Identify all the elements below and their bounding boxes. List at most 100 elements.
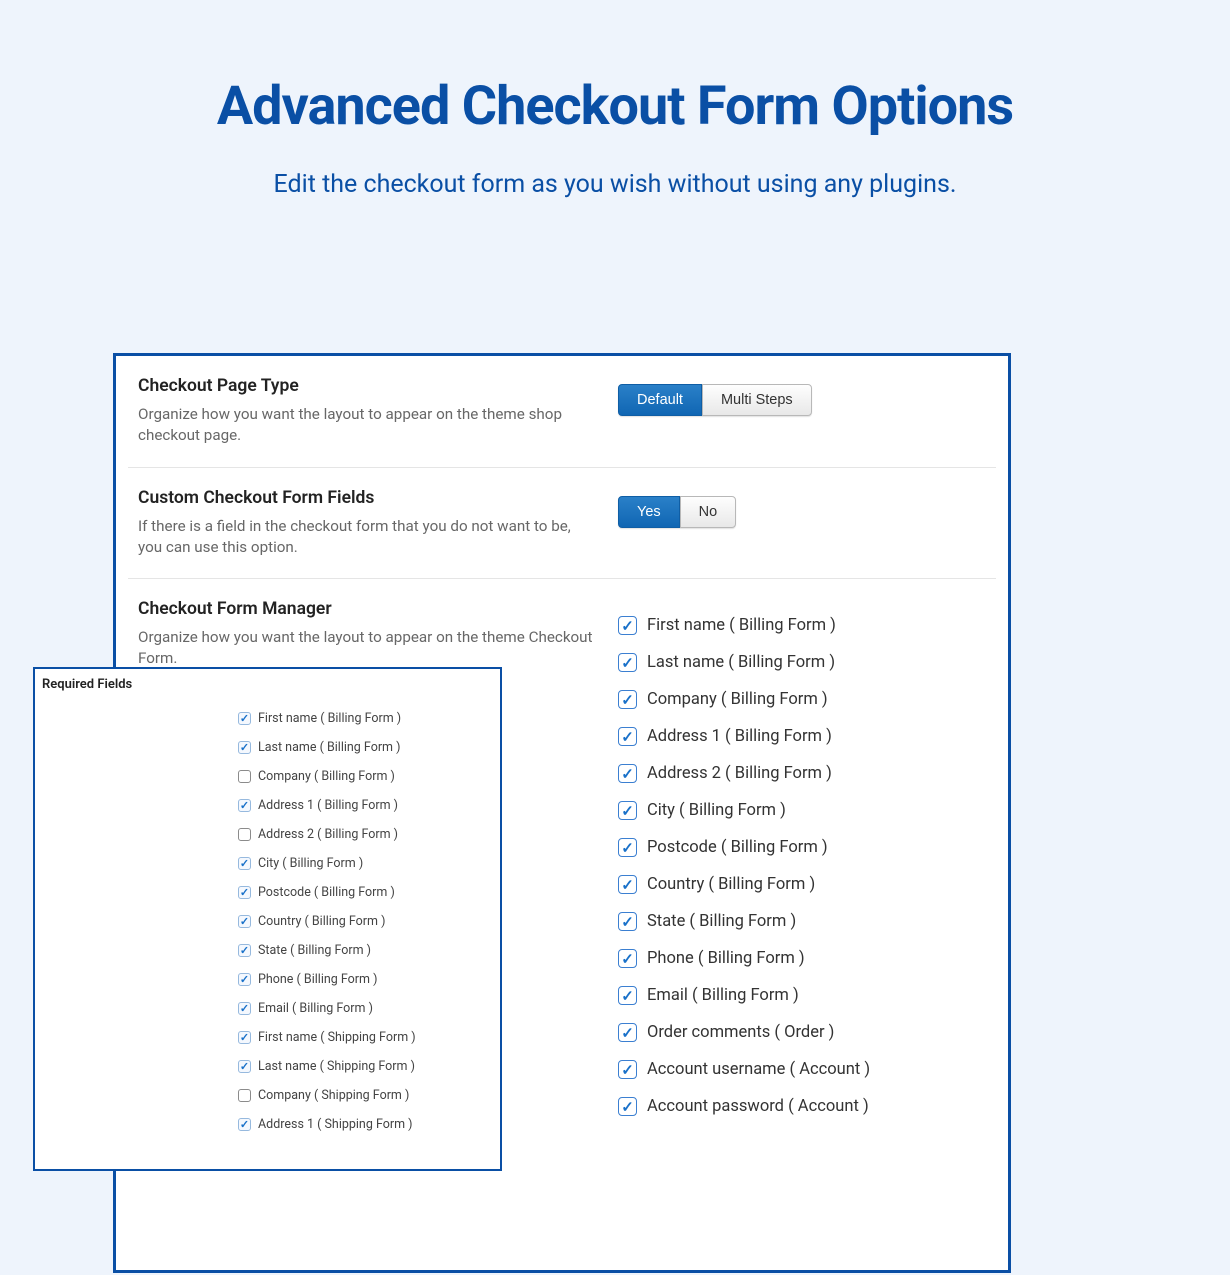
- manager-field-row: ✓ Last name ( Billing Form ): [618, 644, 986, 681]
- field-label: Account password ( Account ): [647, 1097, 869, 1116]
- field-checkbox[interactable]: ✓: [618, 653, 637, 672]
- required-fields-title: Required Fields: [35, 669, 500, 696]
- section-control: Yes No: [618, 488, 986, 528]
- required-checkbox[interactable]: ✓: [238, 944, 251, 957]
- required-label: Email ( Billing Form ): [258, 1001, 373, 1016]
- required-label: First name ( Billing Form ): [258, 711, 401, 726]
- field-checkbox[interactable]: ✓: [618, 875, 637, 894]
- field-checkbox[interactable]: ✓: [618, 838, 637, 857]
- required-label: Company ( Shipping Form ): [258, 1088, 409, 1103]
- field-label: City ( Billing Form ): [647, 801, 786, 820]
- section-text: Checkout Form Manager Organize how you w…: [138, 599, 618, 670]
- section-desc: Organize how you want the layout to appe…: [138, 404, 598, 447]
- field-checkbox[interactable]: ✓: [618, 912, 637, 931]
- section-desc: Organize how you want the layout to appe…: [138, 627, 598, 670]
- required-label: First name ( Shipping Form ): [258, 1030, 416, 1045]
- required-label: State ( Billing Form ): [258, 943, 371, 958]
- field-checkbox[interactable]: ✓: [618, 727, 637, 746]
- section-desc: If there is a field in the checkout form…: [138, 516, 598, 559]
- manager-field-row: ✓Postcode ( Billing Form ): [618, 829, 986, 866]
- required-checkbox[interactable]: ✓: [238, 1031, 251, 1044]
- manager-field-row: ✓ Account username ( Account ): [618, 1051, 986, 1088]
- required-field-row: Company ( Shipping Form ): [238, 1081, 500, 1110]
- required-checkbox[interactable]: ✓: [238, 712, 251, 725]
- custom-fields-yes-button[interactable]: Yes: [618, 496, 680, 528]
- required-label: Address 1 ( Billing Form ): [258, 798, 398, 813]
- manager-field-row: ✓ State ( Billing Form ): [618, 903, 986, 940]
- required-checkbox[interactable]: ✓: [238, 1002, 251, 1015]
- manager-field-row: ✓ First name ( Billing Form ): [618, 607, 986, 644]
- field-checkbox[interactable]: ✓: [618, 764, 637, 783]
- required-field-row: ✓ First name ( Shipping Form ): [238, 1023, 500, 1052]
- required-label: Last name ( Shipping Form ): [258, 1059, 415, 1074]
- field-checkbox[interactable]: ✓: [618, 986, 637, 1005]
- required-field-row: ✓Last name ( Billing Form ): [238, 733, 500, 762]
- required-field-row: Address 2 ( Billing Form ): [238, 820, 500, 849]
- page-title: Advanced Checkout Form Options: [0, 75, 1230, 138]
- required-label: Postcode ( Billing Form ): [258, 885, 395, 900]
- layout-default-button[interactable]: Default: [618, 384, 702, 416]
- required-checkbox[interactable]: ✓: [238, 915, 251, 928]
- required-field-row: ✓ Last name ( Shipping Form ): [238, 1052, 500, 1081]
- required-field-row: ✓ Country ( Billing Form ): [238, 907, 500, 936]
- layout-multi-steps-button[interactable]: Multi Steps: [702, 384, 812, 416]
- field-checkbox[interactable]: ✓: [618, 616, 637, 635]
- field-label: Phone ( Billing Form ): [647, 949, 805, 968]
- required-checkbox[interactable]: ✓: [238, 857, 251, 870]
- field-checkbox[interactable]: ✓: [618, 1023, 637, 1042]
- required-checkbox[interactable]: ✓: [238, 886, 251, 899]
- field-checkbox[interactable]: ✓: [618, 690, 637, 709]
- required-checkbox[interactable]: ✓: [238, 741, 251, 754]
- manager-field-row: ✓ Phone ( Billing Form ): [618, 940, 986, 977]
- required-checkbox[interactable]: [238, 1089, 251, 1102]
- manager-field-row: ✓ Account password ( Account ): [618, 1088, 986, 1125]
- field-checkbox[interactable]: ✓: [618, 801, 637, 820]
- custom-fields-segment: Yes No: [618, 496, 736, 528]
- required-label: City ( Billing Form ): [258, 856, 363, 871]
- field-label: Last name ( Billing Form ): [647, 653, 835, 672]
- required-label: Phone ( Billing Form ): [258, 972, 377, 987]
- required-label: Address 2 ( Billing Form ): [258, 827, 398, 842]
- page-subtitle: Edit the checkout form as you wish witho…: [0, 170, 1230, 199]
- manager-field-row: ✓ Country ( Billing Form ): [618, 866, 986, 903]
- required-checkbox[interactable]: ✓: [238, 799, 251, 812]
- section-text: Custom Checkout Form Fields If there is …: [138, 488, 618, 559]
- required-field-row: ✓ Email ( Billing Form ): [238, 994, 500, 1023]
- required-field-row: ✓ City ( Billing Form ): [238, 849, 500, 878]
- manager-field-row: ✓ Address 2 ( Billing Form ): [618, 755, 986, 792]
- field-label: Address 2 ( Billing Form ): [647, 764, 832, 783]
- field-checkbox[interactable]: ✓: [618, 1060, 637, 1079]
- section-label: Checkout Page Type: [138, 376, 598, 396]
- custom-fields-no-button[interactable]: No: [680, 496, 737, 528]
- field-label: State ( Billing Form ): [647, 912, 796, 931]
- manager-field-row: ✓Email ( Billing Form ): [618, 977, 986, 1014]
- manager-field-row: ✓ City ( Billing Form ): [618, 792, 986, 829]
- manager-field-row: ✓Company ( Billing Form ): [618, 681, 986, 718]
- section-control: Default Multi Steps: [618, 376, 986, 416]
- field-checkbox[interactable]: ✓: [618, 1097, 637, 1116]
- field-label: Order comments ( Order ): [647, 1023, 834, 1042]
- section-custom-fields: Custom Checkout Form Fields If there is …: [128, 468, 996, 580]
- field-checkbox[interactable]: ✓: [618, 949, 637, 968]
- section-checkout-page-type: Checkout Page Type Organize how you want…: [128, 356, 996, 468]
- required-checkbox[interactable]: ✓: [238, 973, 251, 986]
- field-label: Country ( Billing Form ): [647, 875, 815, 894]
- section-label: Custom Checkout Form Fields: [138, 488, 598, 508]
- field-label: First name ( Billing Form ): [647, 616, 836, 635]
- field-label: Account username ( Account ): [647, 1060, 870, 1079]
- required-label: Country ( Billing Form ): [258, 914, 385, 929]
- required-field-row: Company ( Billing Form ): [238, 762, 500, 791]
- required-checkbox[interactable]: ✓: [238, 1060, 251, 1073]
- required-checkbox[interactable]: [238, 770, 251, 783]
- required-checkbox[interactable]: [238, 828, 251, 841]
- layout-segment: Default Multi Steps: [618, 384, 812, 416]
- section-label: Checkout Form Manager: [138, 599, 598, 619]
- required-label: Address 1 ( Shipping Form ): [258, 1117, 413, 1132]
- required-checkbox[interactable]: ✓: [238, 1118, 251, 1131]
- required-field-row: ✓ Phone ( Billing Form ): [238, 965, 500, 994]
- manager-list-container: ✓ First name ( Billing Form ) ✓ Last name (…: [618, 599, 986, 1125]
- required-field-row: ✓ Postcode ( Billing Form ): [238, 878, 500, 907]
- field-label: Address 1 ( Billing Form ): [647, 727, 832, 746]
- required-field-row: ✓ First name ( Billing Form ): [238, 704, 500, 733]
- required-field-row: ✓ Address 1 ( Shipping Form ): [238, 1110, 500, 1139]
